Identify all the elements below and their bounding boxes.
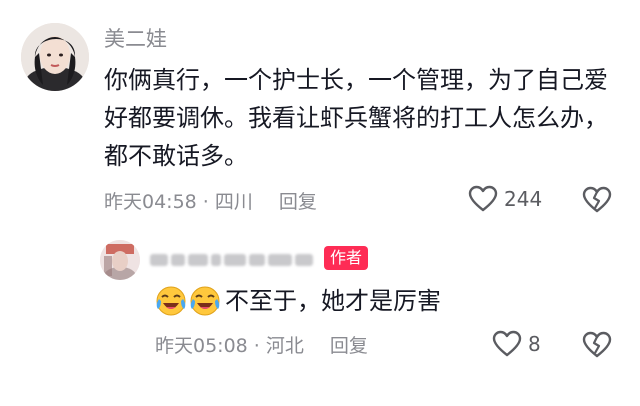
comment-meta: 昨天04:58 · 四川 回复 xyxy=(104,188,317,216)
heart-outline-icon xyxy=(492,330,522,357)
broken-heart-icon xyxy=(582,186,612,213)
reply-author-name-blurred[interactable] xyxy=(150,248,313,272)
reply-like-button[interactable]: 8 xyxy=(492,330,541,358)
like-count: 244 xyxy=(504,187,543,211)
reply-author-avatar[interactable] xyxy=(100,240,140,280)
author-badge: 作者 xyxy=(324,246,369,270)
like-count: 8 xyxy=(528,332,541,356)
reply-time: 昨天05:08 xyxy=(155,335,248,357)
reply-meta: 昨天05:08 · 河北 回复 xyxy=(155,332,368,360)
reply-button[interactable]: 回复 xyxy=(279,191,317,213)
reply-dislike-button[interactable] xyxy=(582,331,612,363)
reply-button[interactable]: 回复 xyxy=(330,335,368,357)
commenter-username[interactable]: 美二娃 xyxy=(104,24,167,54)
comment-dislike-button[interactable] xyxy=(582,186,612,218)
heart-outline-icon xyxy=(468,185,498,212)
comment-time: 昨天04:58 xyxy=(104,191,197,213)
laughing-crying-emoji-icon xyxy=(156,286,186,316)
comment-text: 你俩真行，一个护士长，一个管理，为了自己爱好都要调休。我看让虾兵蟹将的打工人怎么… xyxy=(104,66,608,170)
reply-content: 不至于，她才是厉害 xyxy=(155,282,441,320)
meta-separator: · xyxy=(202,191,209,213)
laughing-crying-emoji-icon xyxy=(190,286,220,316)
meta-separator: · xyxy=(253,335,260,357)
reply-text: 不至于，她才是厉害 xyxy=(225,287,441,315)
reply-location: 河北 xyxy=(265,335,304,357)
comment-location: 四川 xyxy=(214,191,253,213)
commenter-avatar[interactable] xyxy=(21,23,89,91)
broken-heart-icon xyxy=(582,331,612,358)
comment-like-button[interactable]: 244 xyxy=(468,185,542,213)
